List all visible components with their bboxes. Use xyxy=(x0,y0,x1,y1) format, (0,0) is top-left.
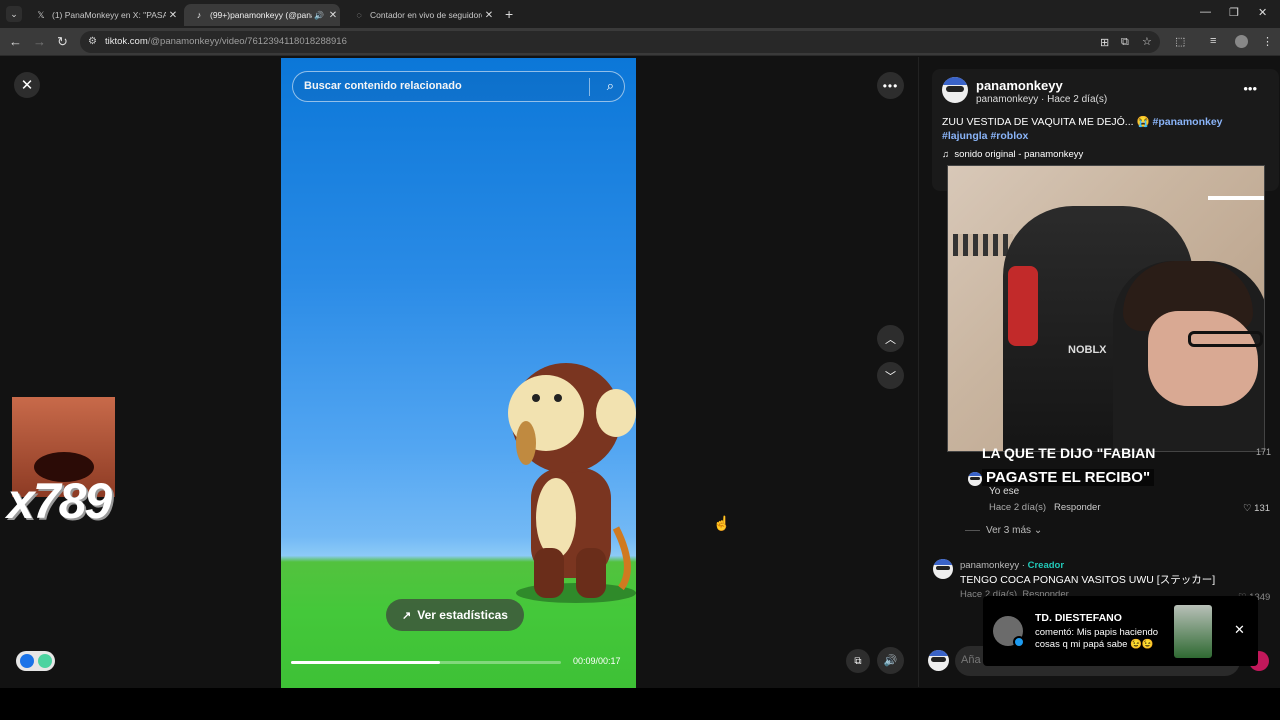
comment-author[interactable]: panamonkeyy · Creador xyxy=(960,560,1064,571)
translate-icon[interactable]: ⊞ xyxy=(1100,36,1109,49)
notification-avatar xyxy=(993,616,1025,648)
close-tab-icon[interactable]: ✕ xyxy=(482,10,496,21)
counter-value: x789 xyxy=(7,473,112,529)
volume-icon[interactable]: 🔊 xyxy=(877,647,904,674)
chart-icon: ↗ xyxy=(402,609,412,622)
view-stats-button[interactable]: ↗ Ver estadísticas xyxy=(386,599,524,631)
close-video-button[interactable]: ✕ xyxy=(14,72,40,98)
picture-in-picture-icon[interactable]: ⧉ xyxy=(846,649,870,673)
forward-icon[interactable]: → xyxy=(33,34,46,49)
music-note-icon: ♫ xyxy=(942,149,950,160)
post-username[interactable]: panamonkeyy xyxy=(976,78,1063,93)
tab-title: (99+)panamonkeyy (@pana xyxy=(210,10,312,20)
like-button[interactable]: ♡ 131 xyxy=(1243,503,1270,514)
reload-icon[interactable]: ↻ xyxy=(57,34,68,50)
close-tab-icon[interactable]: ✕ xyxy=(166,10,180,21)
media-controls-icon[interactable]: ≡ xyxy=(1210,35,1216,47)
restore-icon[interactable]: ❐ xyxy=(1229,6,1239,19)
webcam-overlay: NOBLX xyxy=(947,165,1265,452)
video-player[interactable]: Buscar contenido relacionado ⌕ ↗ Ver est… xyxy=(281,58,636,688)
browser-tab-bar: ⌄ 𝕏 (1) PanaMonkeyy en X: "PASAD ✕ ♪ (99… xyxy=(0,0,1280,28)
chair-logo: NOBLX xyxy=(1068,344,1107,356)
power-icon xyxy=(38,654,52,668)
see-more-replies-button[interactable]: Ver 3 más ⌄ xyxy=(965,525,1042,536)
extensions-icon[interactable]: ⬚ xyxy=(1175,35,1185,48)
profile-avatar[interactable] xyxy=(1235,35,1248,48)
x-logo-icon: 𝕏 xyxy=(37,9,45,20)
back-icon[interactable]: ← xyxy=(9,34,22,49)
chevron-down-icon: ⌄ xyxy=(1033,525,1043,536)
close-tab-icon[interactable]: ✕ xyxy=(326,10,340,21)
search-icon[interactable]: ⌕ xyxy=(607,78,614,94)
video-stage: ✕ Buscar contenido relacionado ⌕ ↗ Ver e… xyxy=(0,57,918,688)
tab-tiktok[interactable]: ♪ (99+)panamonkeyy (@pana 🔊 ✕ xyxy=(184,4,340,26)
tab-panamonkeyy-x[interactable]: 𝕏 (1) PanaMonkeyy en X: "PASAD ✕ xyxy=(26,4,180,26)
telegram-icon xyxy=(20,654,34,668)
extension-toggle[interactable] xyxy=(16,651,55,671)
reply-text: Yo ese xyxy=(989,486,1020,497)
video-time: 00:09/00:17 xyxy=(573,656,621,666)
cast-icon[interactable]: ⧉ xyxy=(1121,36,1129,49)
tab-title: Contador en vivo de seguidore xyxy=(370,10,482,20)
creator-badge: Creador xyxy=(1027,560,1065,571)
post-description: ZUU VESTIDA DE VAQUITA ME DEJÓ... 😭 #pan… xyxy=(942,116,1223,142)
notification-title: TD. DIESTEFANO xyxy=(1035,612,1122,624)
post-subline: panamonkeyy · Hace 2 día(s) xyxy=(976,94,1108,105)
search-placeholder: Buscar contenido relacionado xyxy=(304,80,462,92)
site-info-icon[interactable]: ⚙ xyxy=(88,36,97,47)
hashtag-link[interactable]: #roblox xyxy=(990,130,1028,142)
notification-thumbnail xyxy=(1174,605,1212,658)
minimize-icon[interactable]: — xyxy=(1200,6,1211,18)
comment-placeholder: Aña xyxy=(961,654,981,666)
bookmark-star-icon[interactable]: ☆ xyxy=(1142,35,1152,48)
follower-counter-overlay: x789 xyxy=(7,397,115,529)
hashtag-link[interactable]: #panamonkey xyxy=(1152,116,1222,128)
reply-button[interactable]: Responder xyxy=(1054,502,1100,513)
mouse-cursor-icon: ☝ xyxy=(713,515,731,531)
post-more-icon[interactable]: ••• xyxy=(1243,81,1257,96)
previous-video-button[interactable]: ︿ xyxy=(877,325,904,352)
reply-meta: Hace 2 día(s) Responder xyxy=(989,502,1101,513)
next-video-button[interactable]: ﹀ xyxy=(877,362,904,389)
like-count: 171 xyxy=(1256,447,1272,457)
video-progress-bar[interactable] xyxy=(291,661,561,664)
avatar[interactable] xyxy=(933,559,953,579)
music-link[interactable]: ♫ sonido original - panamonkeyy xyxy=(942,149,1083,160)
search-divider xyxy=(589,78,590,96)
stream-caption-line1: LA QUE TE DIJO "FABIAN xyxy=(982,445,1156,461)
taskbar-strip xyxy=(0,688,1280,720)
browser-menu-icon[interactable]: ⋮ xyxy=(1262,35,1273,48)
globe-icon: ◌ xyxy=(356,10,362,20)
avatar[interactable] xyxy=(968,472,982,486)
comment-text: TENGO COCA PONGAN VASITOS UWU [ステッカー] xyxy=(960,574,1216,586)
more-options-button[interactable]: ••• xyxy=(877,72,904,99)
avatar xyxy=(928,650,949,671)
close-icon[interactable]: ✕ xyxy=(1234,622,1245,638)
tab-search-button[interactable]: ⌄ xyxy=(6,6,22,22)
view-stats-label: Ver estadísticas xyxy=(417,608,508,622)
new-tab-icon[interactable]: + xyxy=(505,6,513,22)
heart-icon: ♡ xyxy=(1243,503,1252,514)
window-close-icon[interactable]: ✕ xyxy=(1258,6,1267,19)
tab-follower-counter[interactable]: ◌ Contador en vivo de seguidore ✕ xyxy=(344,4,496,26)
tiktok-icon: ♪ xyxy=(196,10,202,20)
url-text: tiktok.com/@panamonkeyy/video/7612394118… xyxy=(105,36,347,47)
hashtag-link[interactable]: #lajungla xyxy=(942,130,988,142)
tab-title: (1) PanaMonkeyy en X: "PASAD xyxy=(52,10,166,20)
address-bar[interactable]: ⚙ tiktok.com/@panamonkeyy/video/76123941… xyxy=(80,31,1160,53)
speaker-icon[interactable]: 🔊 xyxy=(312,11,326,20)
notification-toast[interactable]: TD. DIESTEFANO comentó: Mis papis hacien… xyxy=(983,596,1258,666)
video-progress-fill xyxy=(291,661,440,664)
screen: ⌄ 𝕏 (1) PanaMonkeyy en X: "PASAD ✕ ♪ (99… xyxy=(0,0,1280,720)
stream-caption-line2: PAGASTE EL RECIBO" xyxy=(982,469,1155,486)
notification-body: comentó: Mis papis haciendo cosas q mi p… xyxy=(1035,627,1159,650)
twitter-icon xyxy=(1013,636,1025,648)
related-search-input[interactable]: Buscar contenido relacionado ⌕ xyxy=(292,71,625,102)
avatar[interactable] xyxy=(942,77,968,103)
monkey-character-image xyxy=(508,363,636,603)
browser-toolbar: ← → ↻ ⚙ tiktok.com/@panamonkeyy/video/76… xyxy=(0,28,1280,56)
